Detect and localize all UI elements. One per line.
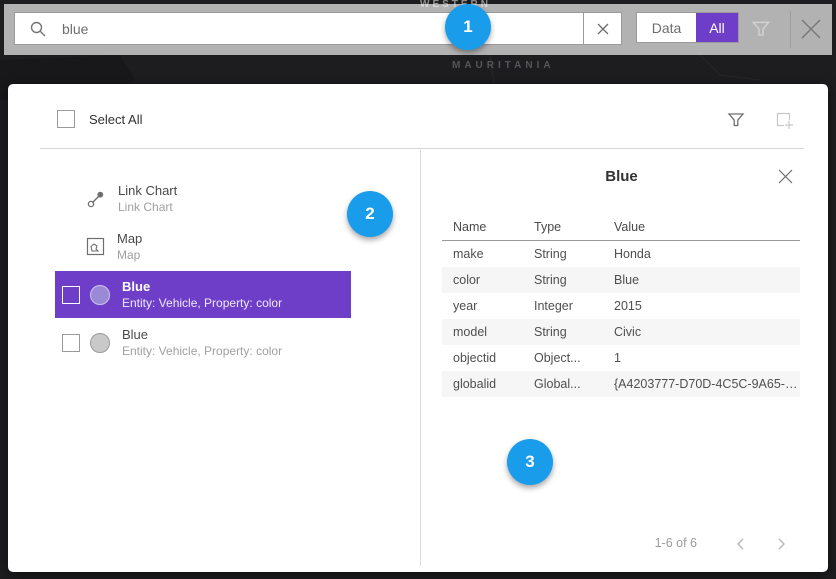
panes-divider [420,150,421,566]
scope-data-button[interactable]: Data [637,13,696,42]
table-cell: 1 [603,351,800,365]
results-list: Link ChartLink Chart MapMapBlueEntity: V… [55,175,351,367]
details-close-button[interactable] [777,168,794,190]
annotation-badge-3: 3 [507,439,553,485]
item-title: Map [117,231,142,247]
table-row: objectidObject...1 [442,345,800,371]
table-row: yearInteger2015 [442,293,800,319]
annotation-badge-2: 2 [347,191,393,237]
header-divider [40,148,804,149]
table-row: modelStringCivic [442,319,800,345]
table-row: makeStringHonda [442,241,800,267]
filter-icon [750,18,772,40]
search-field[interactable] [14,12,585,45]
screen: MAURITANIA WESTERN Data All [0,0,836,579]
item-text: BlueEntity: Vehicle, Property: color [122,327,282,359]
item-checkbox[interactable] [62,334,80,352]
table-cell: String [523,247,603,261]
item-subtitle: Map [117,247,142,263]
list-item-map[interactable]: MapMap [55,223,351,270]
table-row: colorStringBlue [442,267,800,293]
table-cell: Honda [603,247,800,261]
clear-search-button[interactable] [583,12,622,45]
search-results-panel: Select All Link ChartLink Chart MapMap Bl… [8,84,828,572]
table-cell: String [523,273,603,287]
table-cell: Blue [603,273,800,287]
table-row: globalidGlobal...{A4203777-D70D-4C5C-9A6… [442,371,800,397]
item-text: Link ChartLink Chart [118,183,177,215]
pagination-prev-button[interactable] [734,536,748,557]
table-cell: year [442,299,523,313]
details-table: NameTypeValuemakeStringHondacolorStringB… [442,214,800,397]
map-icon [86,237,105,256]
filter-icon [726,110,746,130]
select-all-label: Select All [89,112,142,127]
table-cell: Integer [523,299,603,313]
scope-toggle: Data All [636,12,739,43]
item-subtitle: Link Chart [118,199,177,215]
table-header-row: NameTypeValue [442,214,800,241]
list-item-blue[interactable]: BlueEntity: Vehicle, Property: color [55,271,351,318]
table-cell: Civic [603,325,800,339]
item-title: Link Chart [118,183,177,199]
chevron-right-icon [774,536,788,552]
toolbar-close-button[interactable] [798,16,824,47]
table-cell: objectid [442,351,523,365]
toolbar-filter-button[interactable] [750,18,772,45]
table-cell: {A4203777-D70D-4C5C-9A65-C... [603,377,800,391]
table-cell: Global... [523,377,603,391]
table-cell: globalid [442,377,523,391]
item-title: Blue [122,279,282,295]
table-cell: String [523,325,603,339]
entity-dot-icon [90,285,110,305]
list-item-blue[interactable]: BlueEntity: Vehicle, Property: color [55,319,351,366]
column-header: Name [442,220,523,234]
table-cell: Object... [523,351,603,365]
close-icon [777,168,794,185]
item-title: Blue [122,327,282,343]
table-cell: model [442,325,523,339]
add-to-map-icon [774,110,795,131]
map-label-mauritania: MAURITANIA [452,60,555,71]
pagination-label: 1-6 of 6 [443,536,697,550]
table-cell: make [442,247,523,261]
item-subtitle: Entity: Vehicle, Property: color [122,343,282,359]
close-icon [798,16,824,42]
column-header: Type [523,220,603,234]
pagination-next-button[interactable] [774,536,788,557]
item-checkbox[interactable] [62,286,80,304]
select-all-checkbox[interactable] [57,110,75,128]
table-cell: color [442,273,523,287]
add-selection-button[interactable] [774,110,795,136]
entity-dot-icon [90,333,110,353]
select-all-row: Select All [57,110,142,128]
scope-all-button[interactable]: All [696,13,738,42]
item-subtitle: Entity: Vehicle, Property: color [122,295,282,311]
column-header: Value [603,220,800,234]
panel-filter-button[interactable] [726,110,746,135]
clear-x-icon [597,23,609,35]
annotation-badge-1: 1 [445,4,491,50]
item-text: BlueEntity: Vehicle, Property: color [122,279,282,311]
chevron-left-icon [734,536,748,552]
table-cell: 2015 [603,299,800,313]
search-toolbar: Data All [4,4,832,55]
toolbar-divider [790,11,791,48]
list-item-link-chart[interactable]: Link ChartLink Chart [55,175,351,222]
link-chart-icon [86,189,106,209]
item-text: MapMap [117,231,142,263]
details-title: Blue [443,168,800,185]
search-icon [29,20,47,38]
